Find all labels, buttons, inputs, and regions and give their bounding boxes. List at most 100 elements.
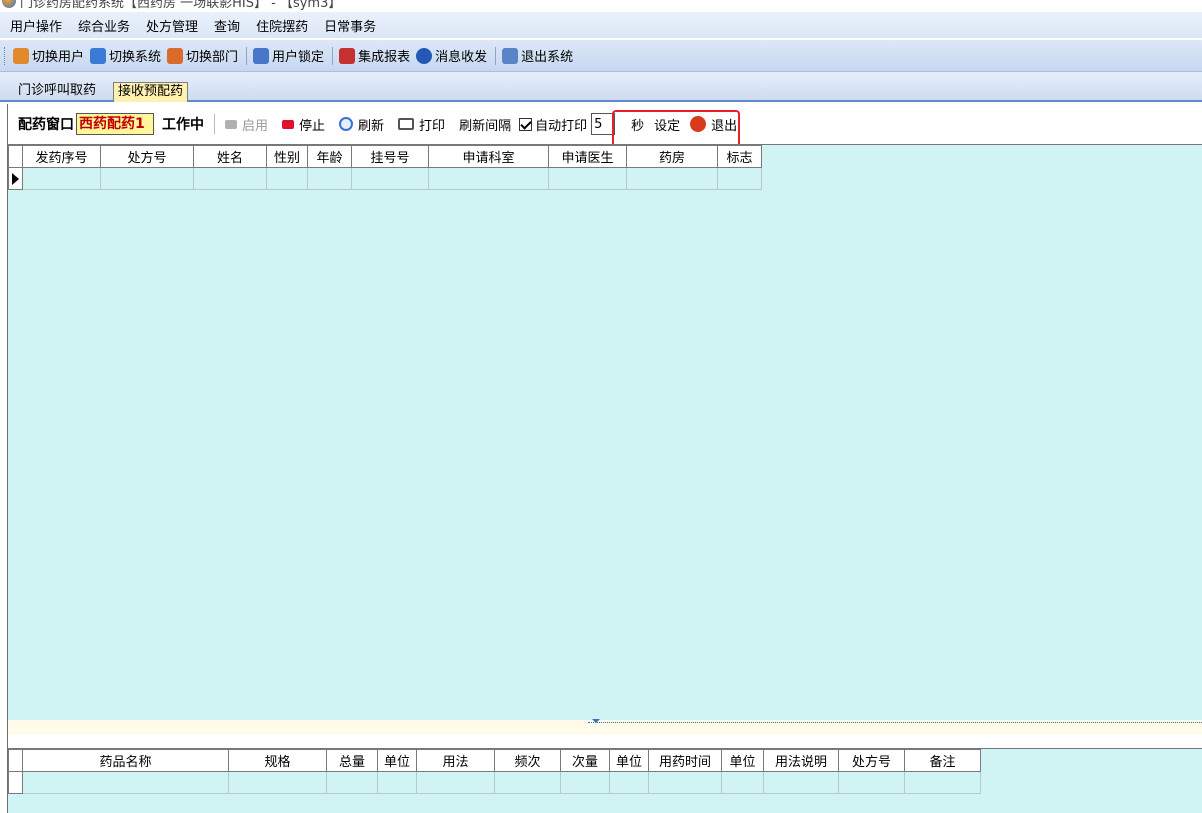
menu-user-ops[interactable]: 用户操作 [10,16,62,35]
col-dose[interactable]: 次量 [560,749,610,772]
stop-button[interactable]: 停止 [282,115,325,134]
exit-system-button[interactable]: 退出系统 [502,46,573,65]
dispense-window-field[interactable]: 西药配药1 [76,113,154,135]
col-remarks[interactable]: 备注 [904,749,981,772]
col-pharmacy[interactable]: 药房 [626,145,718,168]
auto-print-checkbox[interactable]: 自动打印 [519,115,587,134]
department-icon [167,47,184,64]
user-lock-button[interactable]: 用户锁定 [253,46,324,65]
col-registration-no[interactable]: 挂号号 [351,145,429,168]
message-button[interactable]: 消息收发 [416,46,487,65]
main-toolbar: 切换用户 切换系统 切换部门 用户锁定 集成报表 消息收发 退出系统 [0,40,1202,72]
switch-department-button[interactable]: 切换部门 [167,46,238,65]
report-icon [339,47,356,64]
col-detail-prescription-no[interactable]: 处方号 [838,749,905,772]
col-request-dept[interactable]: 申请科室 [428,145,549,168]
col-spec[interactable]: 规格 [228,749,327,772]
title-bar: 门诊药房配药系统【西药房 一场联影HIS】 - 【sym3】 [0,0,1202,12]
tab-outpatient-call[interactable]: 门诊呼叫取药 [14,82,100,102]
col-unit[interactable]: 单位 [377,749,417,772]
table-cell[interactable] [22,771,229,794]
work-area: 配药窗口 西药配药1 工作中 启用 停止 刷新 打印 刷新间隔 自动打印 秒 设… [0,104,1202,813]
print-button[interactable]: 打印 [398,115,445,134]
menu-prescription[interactable]: 处方管理 [146,16,198,35]
table-cell[interactable] [609,771,649,794]
row-indicator-header [8,145,23,168]
status-text: 工作中 [162,117,204,133]
menu-daily[interactable]: 日常事务 [324,16,376,35]
table-cell[interactable] [626,167,718,190]
table-cell[interactable] [416,771,495,794]
table-cell[interactable] [307,167,352,190]
table-cell[interactable] [22,167,101,190]
panel-splitter[interactable] [8,719,1202,734]
report-label: 集成报表 [358,50,411,65]
table-cell[interactable] [428,167,549,190]
stop-label: 停止 [299,118,326,134]
col-dispense-seq[interactable]: 发药序号 [22,145,101,168]
col-drug-name[interactable]: 药品名称 [22,749,229,772]
message-icon [416,47,433,64]
col-total[interactable]: 总量 [326,749,378,772]
col-frequency[interactable]: 频次 [494,749,561,772]
detail-header-row: 药品名称 规格 总量 单位 用法 频次 次量 单位 用药时间 单位 用法说明 处… [8,749,981,772]
menu-general[interactable]: 综合业务 [78,16,130,35]
table-cell[interactable] [266,167,308,190]
table-cell[interactable] [763,771,839,794]
refresh-button[interactable]: 刷新 [339,115,384,134]
interval-label: 刷新间隔 [459,118,512,134]
col-med-time[interactable]: 用药时间 [648,749,722,772]
tab-bar: 门诊呼叫取药 接收预配药 [0,72,1202,102]
col-usage-notes[interactable]: 用法说明 [763,749,839,772]
switch-system-icon [90,47,107,64]
table-cell[interactable] [721,771,764,794]
table-cell[interactable] [377,771,417,794]
menu-query[interactable]: 查询 [214,16,240,35]
col-prescription-no[interactable]: 处方号 [100,145,194,168]
prescription-grid[interactable]: 发药序号 处方号 姓名 性别 年龄 挂号号 申请科室 申请医生 药房 标志 [8,144,1202,720]
col-flag[interactable]: 标志 [717,145,762,168]
user-lock-label: 用户锁定 [272,50,325,65]
toolbar-separator [246,46,248,65]
start-button[interactable]: 启用 [225,115,268,134]
stop-icon [282,119,295,129]
table-cell[interactable] [838,771,905,794]
switch-system-button[interactable]: 切换系统 [90,46,161,65]
window-label: 配药窗口 [18,117,74,133]
menu-inpatient[interactable]: 住院摆药 [256,16,308,35]
table-cell[interactable] [717,167,762,190]
col-dose-unit[interactable]: 单位 [609,749,649,772]
table-cell[interactable] [494,771,561,794]
auto-print-label: 自动打印 [535,118,588,134]
table-cell[interactable] [326,771,378,794]
switch-system-label: 切换系统 [109,50,162,65]
table-cell[interactable] [904,771,981,794]
refresh-icon [339,117,354,131]
table-cell[interactable] [560,771,610,794]
col-name[interactable]: 姓名 [193,145,267,168]
left-border [0,104,8,813]
report-button[interactable]: 集成报表 [339,46,410,65]
splitter-arrow-icon[interactable] [592,719,600,723]
table-cell[interactable] [548,167,627,190]
table-row[interactable] [8,771,981,794]
col-age[interactable]: 年龄 [307,145,352,168]
refresh-label: 刷新 [358,118,385,134]
tab-receive-predispense[interactable]: 接收预配药 [113,82,189,102]
table-cell[interactable] [648,771,722,794]
table-cell[interactable] [100,167,194,190]
col-time-unit[interactable]: 单位 [721,749,764,772]
detail-table: 药品名称 规格 总量 单位 用法 频次 次量 单位 用药时间 单位 用法说明 处… [8,749,981,794]
table-cell[interactable] [193,167,267,190]
switch-user-button[interactable]: 切换用户 [13,46,84,65]
detail-grid[interactable]: 药品名称 规格 总量 单位 用法 频次 次量 单位 用药时间 单位 用法说明 处… [8,748,1202,813]
col-usage[interactable]: 用法 [416,749,495,772]
toolbar-grip[interactable] [4,46,7,65]
table-cell[interactable] [351,167,429,190]
table-cell[interactable] [228,771,327,794]
printer-icon [398,118,415,130]
col-gender[interactable]: 性别 [266,145,308,168]
table-row[interactable] [8,167,762,190]
switch-user-label: 切换用户 [32,50,85,65]
col-request-doctor[interactable]: 申请医生 [548,145,627,168]
